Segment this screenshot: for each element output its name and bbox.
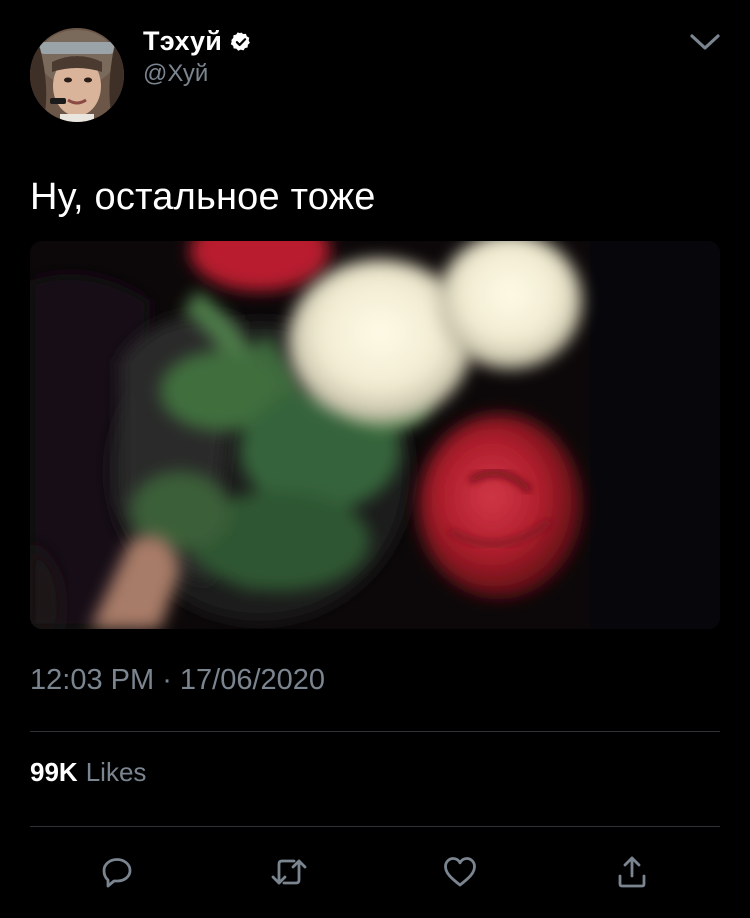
likes-label: Likes <box>85 757 147 787</box>
tweet-timestamp[interactable]: 12:03 PM · 17/06/2020 <box>30 664 325 697</box>
verified-badge-icon <box>230 31 252 53</box>
author-display-name[interactable]: Тэхуй <box>143 26 222 57</box>
author-name-row[interactable]: Тэхуй <box>143 26 252 57</box>
reply-button[interactable] <box>95 850 139 894</box>
retweet-button[interactable] <box>267 850 311 894</box>
rose-bouquet-photo <box>30 241 720 629</box>
share-button[interactable] <box>610 850 654 894</box>
avatar-image <box>30 28 124 122</box>
like-button[interactable] <box>438 850 482 894</box>
divider <box>30 826 720 827</box>
tweet-detail: Тэхуй @Хуй Ну, остальное тоже 12:03 PM ·… <box>0 0 750 918</box>
likes-stat[interactable]: 99K Likes <box>30 757 146 788</box>
divider <box>30 731 720 732</box>
timestamp-separator: · <box>154 664 180 696</box>
chevron-down-icon[interactable] <box>688 32 722 52</box>
reply-icon <box>102 858 132 888</box>
avatar[interactable] <box>30 28 124 122</box>
tweet-time: 12:03 PM <box>30 664 155 696</box>
author-handle[interactable]: @Хуй <box>143 60 208 88</box>
tweet-date: 17/06/2020 <box>179 664 326 696</box>
retweet-icon <box>271 859 307 885</box>
share-icon <box>618 856 646 888</box>
heart-icon <box>444 857 476 887</box>
tweet-text: Ну, остальное тоже <box>30 176 376 218</box>
tweet-actions-bar <box>0 850 750 894</box>
tweet-media-photo[interactable] <box>30 241 720 629</box>
likes-count: 99K <box>30 757 78 787</box>
